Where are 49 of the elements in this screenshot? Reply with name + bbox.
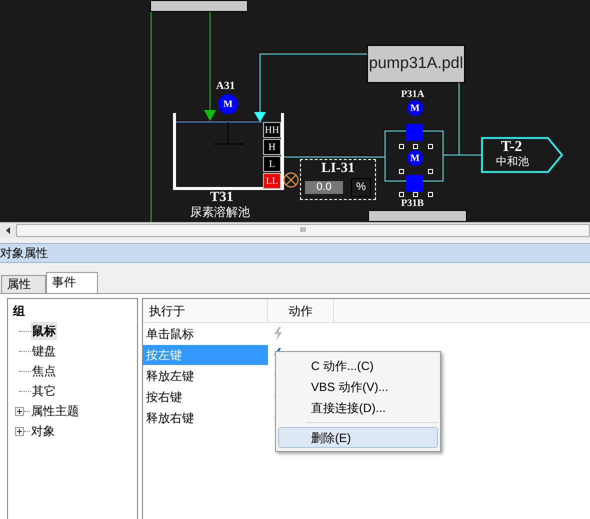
motor-icon: M	[407, 150, 423, 166]
motor-icon: M	[407, 100, 423, 116]
tab[interactable]: 事件	[46, 272, 98, 293]
selection-handle[interactable]	[413, 144, 418, 149]
tab[interactable]: 属性	[1, 275, 46, 293]
event-cell[interactable]: 释放左键	[143, 366, 268, 386]
level-value: 0.0	[305, 181, 343, 194]
selection-handle[interactable]	[428, 144, 433, 149]
expand-icon[interactable]	[15, 406, 24, 416]
motor-icon: M	[218, 94, 238, 114]
event-cell[interactable]: 单击鼠标	[143, 324, 268, 344]
pump-block	[406, 175, 423, 192]
column-header[interactable]: 执行于	[143, 299, 268, 322]
file-box: pump31A.pdl	[367, 45, 465, 83]
tree-item[interactable]: 其它	[31, 382, 57, 400]
tank-tag: T31	[210, 191, 234, 205]
pump-tag: P31A	[401, 87, 424, 102]
indicator-tag: LI-31	[321, 160, 355, 178]
pump-block	[406, 124, 423, 141]
menu-item[interactable]: 直接连接(D)...	[278, 397, 438, 418]
panel-title: 对象属性	[0, 245, 48, 262]
menu-item[interactable]: 删除(E)	[278, 427, 438, 448]
target-tag: T-2	[501, 139, 522, 155]
tree-item[interactable]: 属性主题	[30, 402, 80, 420]
event-cell[interactable]: 释放右键	[143, 408, 268, 428]
tree-item[interactable]: 焦点	[31, 362, 57, 380]
agitator-tag: A31	[216, 78, 235, 94]
tree-item[interactable]: 键盘	[31, 342, 57, 360]
selection-handle[interactable]	[428, 192, 433, 197]
expand-icon[interactable]	[15, 426, 24, 436]
selection-handle[interactable]	[413, 192, 418, 197]
selection-handle[interactable]	[399, 144, 404, 149]
selection-handle[interactable]	[428, 169, 433, 174]
selection-handle[interactable]	[399, 192, 404, 197]
left-arrow-icon	[6, 227, 10, 234]
selection-handle[interactable]	[399, 169, 404, 174]
tree-item[interactable]: 对象	[30, 422, 56, 440]
column-header[interactable]: 动作	[268, 299, 334, 322]
unit-label: %	[351, 178, 371, 197]
tank-name: 尿素溶解池	[190, 206, 250, 218]
alarm-lamp-icon	[283, 172, 299, 188]
tree-root[interactable]: 组	[13, 301, 137, 321]
event-cell[interactable]: 按右键	[143, 386, 268, 406]
menu-item[interactable]: C 动作...(C)	[278, 355, 438, 376]
menu-item[interactable]: VBS 动作(V)...	[278, 376, 438, 397]
tree-item[interactable]: 鼠标	[31, 322, 57, 340]
target-name: 中和池	[496, 156, 529, 169]
lightning-icon	[273, 326, 283, 340]
pump-tag: P31B	[401, 198, 424, 209]
